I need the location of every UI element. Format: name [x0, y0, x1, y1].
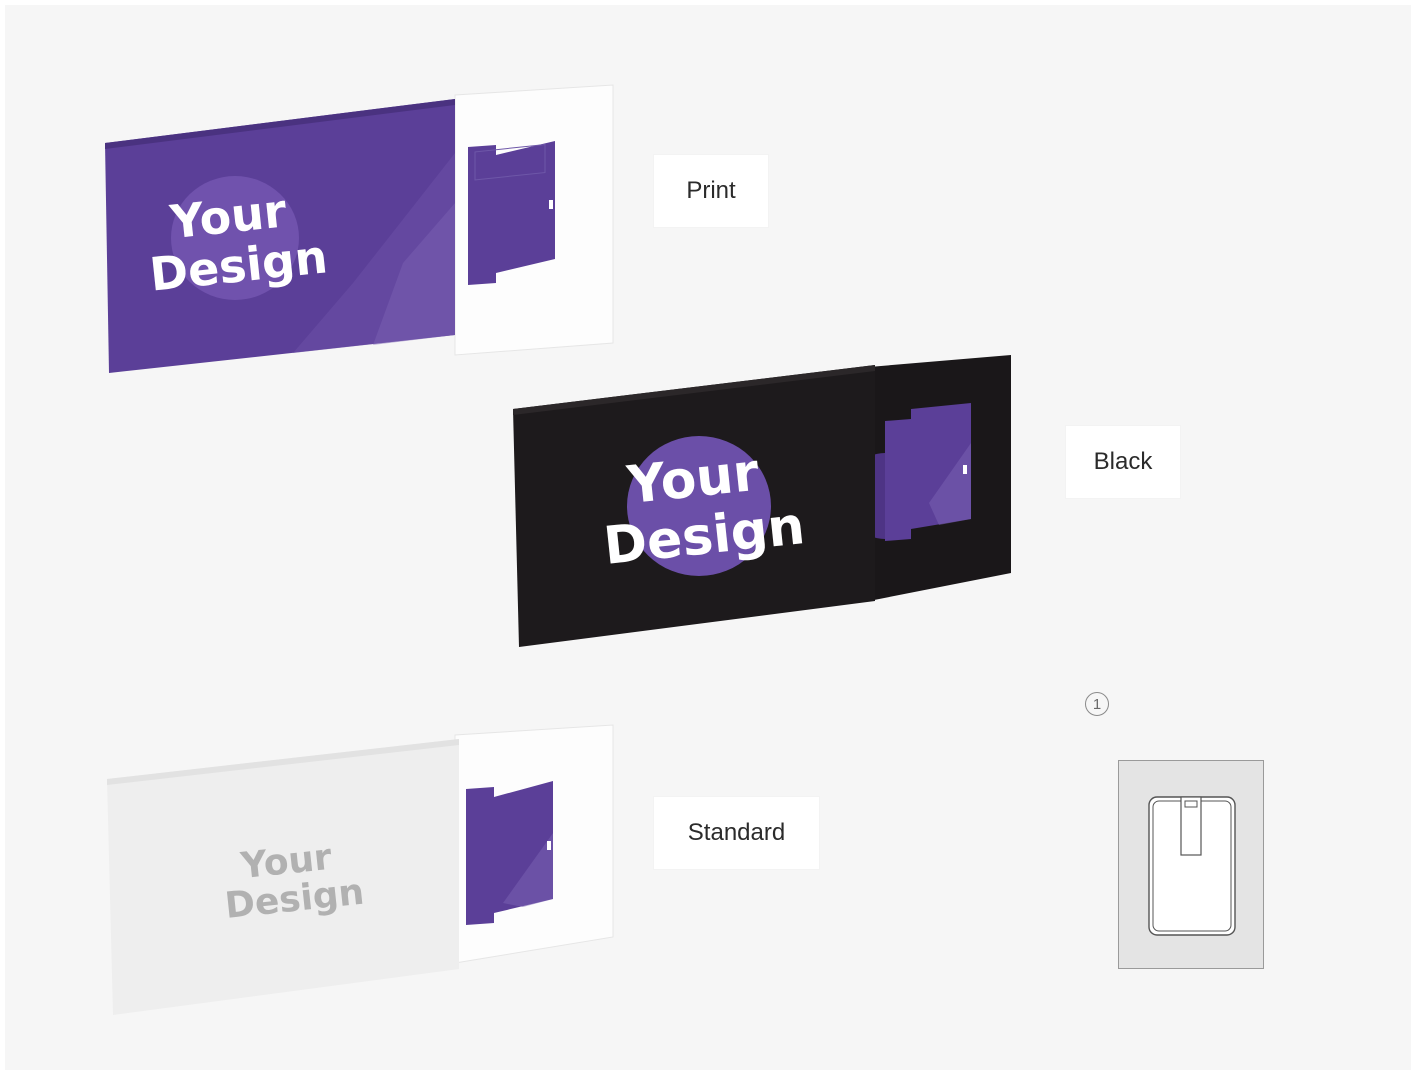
product-image-standard: Your Design: [103, 723, 623, 1023]
product-gallery: Your Design Print Your Design Black Your…: [5, 5, 1411, 1070]
label-print-text: Print: [686, 177, 736, 204]
product-image-black: Your Design: [509, 353, 1019, 653]
label-standard: Standard: [654, 797, 819, 869]
label-standard-text: Standard: [687, 819, 786, 846]
step-number-badge: 1: [1085, 692, 1109, 716]
card-sleeve-outline-icon: [1118, 760, 1264, 969]
label-black: Black: [1066, 426, 1180, 498]
step-number-text: 1: [1092, 695, 1102, 713]
label-black-text: Black: [1093, 448, 1153, 475]
label-print: Print: [654, 155, 768, 227]
product-image-print: Your Design: [103, 83, 623, 383]
